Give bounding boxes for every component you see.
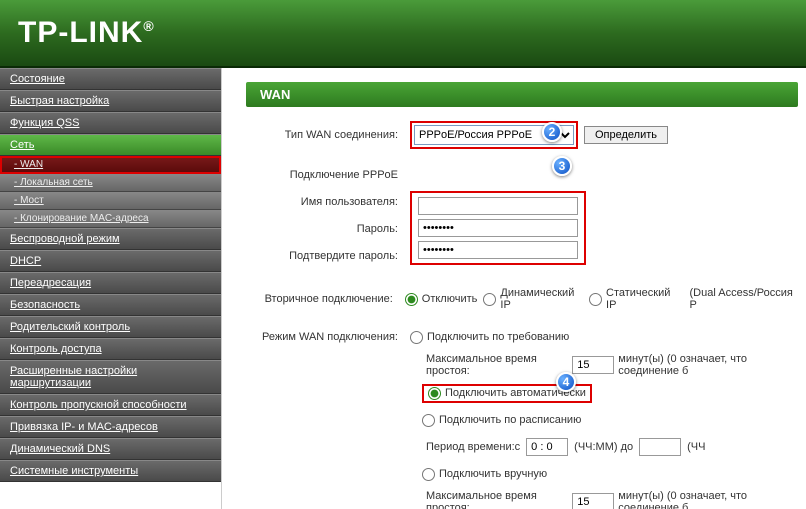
- header: TP-LINK®: [0, 0, 806, 68]
- sec-disable-radio[interactable]: Отключить: [405, 293, 478, 306]
- callout-3: 3: [552, 156, 572, 176]
- time-from-input[interactable]: [526, 438, 568, 456]
- sidebar-item-18[interactable]: Системные инструменты: [0, 460, 221, 482]
- wan-type-label: Тип WAN соединения:: [250, 129, 410, 141]
- mode-sched-radio[interactable]: Подключить по расписанию: [422, 414, 581, 427]
- username-label: Имя пользователя:: [250, 196, 410, 208]
- sidebar-item-7[interactable]: - Клонирование MAC-адреса: [0, 210, 221, 228]
- mode-demand-radio[interactable]: Подключить по требованию: [410, 331, 569, 344]
- sidebar-item-5[interactable]: - Локальная сеть: [0, 174, 221, 192]
- content-area: WAN Тип WAN соединения: PPPoE/Россия PPP…: [222, 68, 806, 509]
- idle2-input[interactable]: [572, 493, 614, 509]
- password2-input[interactable]: [418, 241, 578, 259]
- idle1-input[interactable]: [572, 356, 614, 374]
- period-to-label: (ЧЧ:ММ) до: [574, 441, 633, 453]
- brand-logo: TP-LINK®: [18, 16, 155, 50]
- sidebar-item-3[interactable]: Сеть: [0, 134, 221, 156]
- sidebar-item-9[interactable]: DHCP: [0, 250, 221, 272]
- mode-manual-radio[interactable]: Подключить вручную: [422, 468, 547, 481]
- sidebar-item-8[interactable]: Беспроводной режим: [0, 228, 221, 250]
- sidebar-item-6[interactable]: - Мост: [0, 192, 221, 210]
- sidebar-item-1[interactable]: Быстрая настройка: [0, 90, 221, 112]
- sidebar-item-10[interactable]: Переадресация: [0, 272, 221, 294]
- sidebar: СостояниеБыстрая настройкаФункция QSSСет…: [0, 68, 222, 509]
- sidebar-item-14[interactable]: Расширенные настройки маршрутизации: [0, 360, 221, 394]
- password-input[interactable]: [418, 219, 578, 237]
- callout-2: 2: [542, 122, 562, 142]
- password-label: Пароль:: [250, 223, 410, 235]
- secondary-label: Вторичное подключение:: [250, 293, 405, 305]
- sidebar-item-16[interactable]: Привязка IP- и MAC-адресов: [0, 416, 221, 438]
- password2-label: Подтвердите пароль:: [250, 250, 410, 262]
- sidebar-item-12[interactable]: Родительский контроль: [0, 316, 221, 338]
- callout-4: 4: [556, 372, 576, 392]
- sidebar-item-17[interactable]: Динамический DNS: [0, 438, 221, 460]
- mode-label: Режим WAN подключения:: [250, 331, 410, 343]
- sec-dynip-radio[interactable]: Динамический IP: [483, 287, 583, 311]
- period-hhmm-label: (ЧЧ: [687, 441, 705, 453]
- idle1-label: Максимальное время простоя:: [426, 353, 566, 377]
- page-title: WAN: [246, 82, 798, 107]
- sec-static-radio[interactable]: Статический IP: [589, 287, 679, 311]
- sidebar-item-4[interactable]: - WAN: [0, 156, 221, 174]
- sidebar-item-0[interactable]: Состояние: [0, 68, 221, 90]
- period-label: Период времени:с: [426, 441, 520, 453]
- idle1-unit: минут(ы) (0 означает, что соединение б: [618, 353, 798, 377]
- pppoe-section-label: Подключение PPPoE: [250, 169, 410, 181]
- sidebar-item-15[interactable]: Контроль пропускной способности: [0, 394, 221, 416]
- time-to-input[interactable]: [639, 438, 681, 456]
- sidebar-item-13[interactable]: Контроль доступа: [0, 338, 221, 360]
- username-input[interactable]: [418, 197, 578, 215]
- sidebar-item-11[interactable]: Безопасность: [0, 294, 221, 316]
- idle2-unit: минут(ы) (0 означает, что соединение б: [618, 490, 798, 509]
- detect-button[interactable]: Определить: [584, 126, 668, 144]
- sec-note: (Dual Access/Россия P: [690, 287, 799, 311]
- sidebar-item-2[interactable]: Функция QSS: [0, 112, 221, 134]
- idle2-label: Максимальное время простоя:: [426, 490, 566, 509]
